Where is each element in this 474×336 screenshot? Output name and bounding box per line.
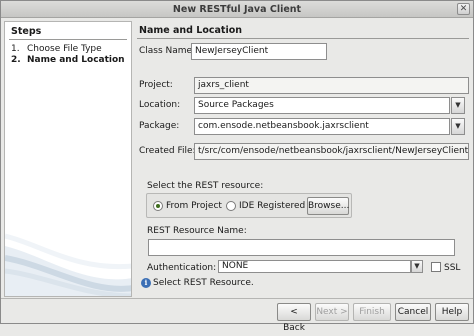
step-number: 1. [11,44,20,54]
step-number: 2. [11,55,21,65]
section-title: Name and Location [139,25,243,36]
window-title: New RESTful Java Client [172,4,302,15]
created-file-field[interactable]: t/src/com/ensode/netbeansbook/jaxrsclien… [194,143,469,160]
package-label: Package: [139,121,180,131]
section-divider [137,38,469,39]
browse-button[interactable]: Browse... [307,197,349,215]
cancel-button[interactable]: Cancel [395,303,431,321]
info-message: Select REST Resource. [153,278,254,288]
package-dropdown-icon[interactable]: ▼ [451,118,465,135]
content-panel: Name and Location Class Name: NewJerseyC… [135,21,471,297]
location-combo[interactable]: Source Packages [194,97,450,114]
close-icon[interactable]: ✕ [457,3,470,15]
ide-registered-radio[interactable] [226,201,236,211]
location-label: Location: [139,100,181,110]
footer-divider [1,298,473,299]
next-button[interactable]: Next > [315,303,349,321]
project-label: Project: [139,80,173,90]
location-dropdown-icon[interactable]: ▼ [451,97,465,114]
class-name-field[interactable]: NewJerseyClient [191,43,327,60]
from-project-radio[interactable] [153,201,163,211]
ssl-label: SSL [444,263,461,273]
step-label: Choose File Type [27,44,102,54]
finish-button[interactable]: Finish [353,303,391,321]
authentication-combo[interactable]: NONE [218,260,411,273]
back-button[interactable]: < Back [277,303,311,333]
steps-panel: Steps 1. Choose File Type 2. Name and Loca… [4,21,132,297]
step-item-choose-file-type: 1. Choose File Type [11,44,102,54]
authentication-label: Authentication: [147,263,217,273]
package-combo[interactable]: com.ensode.netbeansbook.jaxrsclient [194,118,450,135]
rest-resource-name-field[interactable] [148,239,455,256]
steps-title: Steps [11,26,42,37]
info-icon: i [141,278,151,288]
rest-resource-label: Select the REST resource: [147,181,264,191]
title-bar[interactable]: New RESTful Java Client ✕ [1,1,473,18]
ssl-checkbox[interactable] [431,262,441,272]
step-item-name-and-location: 2. Name and Location [11,55,125,65]
rest-resource-group: From Project IDE Registered Browse... [146,193,352,218]
rest-resource-name-label: REST Resource Name: [147,226,247,236]
created-file-label: Created File: [139,146,196,156]
step-label: Name and Location [27,55,125,65]
ide-registered-label[interactable]: IDE Registered [239,201,305,211]
dialog-window: New RESTful Java Client ✕ Steps 1. Choose… [0,0,474,333]
help-button[interactable]: Help [435,303,469,321]
decorative-swoosh [5,233,131,296]
authentication-dropdown-icon[interactable]: ▼ [411,260,423,273]
from-project-label[interactable]: From Project [166,201,222,211]
class-name-label: Class Name: [139,46,196,56]
project-field[interactable]: jaxrs_client [194,77,469,94]
steps-divider [9,39,127,40]
